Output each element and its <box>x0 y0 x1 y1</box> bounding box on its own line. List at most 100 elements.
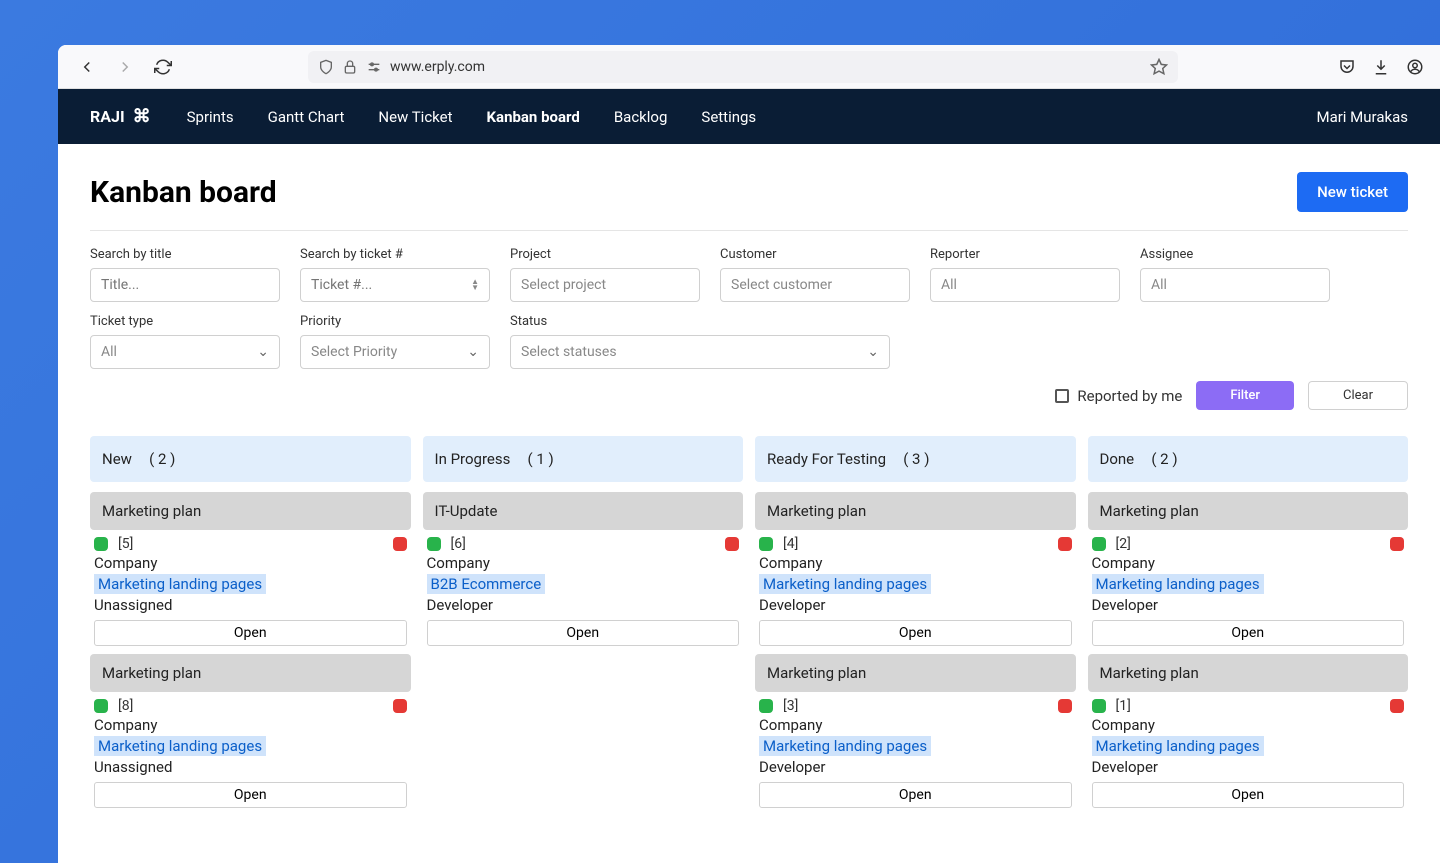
card-link[interactable]: Marketing landing pages <box>759 574 931 594</box>
filter-status: Status Select statuses ⌄ <box>510 314 890 369</box>
status-dot-red <box>725 537 739 551</box>
card-link[interactable]: Marketing landing pages <box>759 736 931 756</box>
open-button[interactable]: Open <box>759 620 1072 646</box>
chevron-down-icon: ⌄ <box>867 344 879 360</box>
card-body: [8]CompanyMarketing landing pagesUnassig… <box>90 698 411 808</box>
search-title-field[interactable] <box>101 277 269 293</box>
customer-placeholder: Select customer <box>731 277 832 293</box>
kanban-column: In Progress ( 1 )IT-Update[6]CompanyB2B … <box>423 436 744 816</box>
status-dot-red <box>1390 537 1404 551</box>
filter-label: Project <box>510 247 700 262</box>
kanban-column: Ready For Testing ( 3 ) Marketing plan[4]… <box>755 436 1076 816</box>
column-header: Ready For Testing ( 3 ) <box>755 436 1076 482</box>
status-dot-red <box>1058 537 1072 551</box>
filter-customer: Customer Select customer <box>720 247 910 302</box>
status-dot-red <box>1058 699 1072 713</box>
filter-label: Priority <box>300 314 490 329</box>
nav-item-backlog[interactable]: Backlog <box>614 108 668 126</box>
search-title-input[interactable] <box>90 268 280 302</box>
kanban-card[interactable]: Marketing plan[1]CompanyMarketing landin… <box>1088 654 1409 808</box>
open-button[interactable]: Open <box>1092 782 1405 808</box>
card-assignee: Developer <box>1092 596 1405 614</box>
card-assignee: Developer <box>759 758 1072 776</box>
kanban-card[interactable]: Marketing plan [2] Company Marketing landin… <box>1088 492 1409 646</box>
card-link[interactable]: Marketing landing pages <box>94 574 266 594</box>
card-link[interactable]: Marketing landing pages <box>94 736 266 756</box>
new-ticket-button[interactable]: New ticket <box>1297 172 1408 212</box>
card-header-row: [5] <box>94 536 407 552</box>
open-button[interactable]: Open <box>94 782 407 808</box>
search-ticket-input[interactable]: ▲▼ <box>300 268 490 302</box>
card-assignee: Unassigned <box>94 758 407 776</box>
column-header: Done ( 2 ) <box>1088 436 1409 482</box>
forward-button[interactable] <box>112 54 138 80</box>
nav-item-gantt-chart[interactable]: Gantt Chart <box>268 108 345 126</box>
ticket-type-select[interactable]: All ⌄ <box>90 335 280 369</box>
card-link[interactable]: Marketing landing pages <box>1092 574 1264 594</box>
card-title: Marketing plan <box>1088 654 1409 692</box>
open-button[interactable]: Open <box>427 620 740 646</box>
kanban-card[interactable]: IT-Update[6]CompanyB2B EcommerceDevelope… <box>423 492 744 646</box>
card-header-row: [8] <box>94 698 407 714</box>
brand-logo[interactable]: RAJI ⌘ <box>90 106 151 127</box>
open-button[interactable]: Open <box>759 782 1072 808</box>
filter-button[interactable]: Filter <box>1196 381 1294 410</box>
card-id: [2] <box>1116 536 1131 552</box>
reload-button[interactable] <box>150 54 176 80</box>
card-body: [3]CompanyMarketing landing pagesDevelop… <box>755 698 1076 808</box>
nav-item-kanban-board[interactable]: Kanban board <box>487 108 580 126</box>
card-company: Company <box>1092 554 1405 572</box>
clear-button[interactable]: Clear <box>1308 381 1408 410</box>
number-stepper-icon[interactable]: ▲▼ <box>471 279 479 291</box>
open-button[interactable]: Open <box>94 620 407 646</box>
column-name: Ready For Testing <box>767 450 886 468</box>
card-title: Marketing plan <box>90 654 411 692</box>
shield-icon <box>318 59 334 75</box>
bookmark-star-icon[interactable] <box>1150 58 1168 76</box>
filter-label: Assignee <box>1140 247 1330 262</box>
filter-search-title: Search by title <box>90 247 280 302</box>
filter-priority: Priority Select Priority ⌄ <box>300 314 490 369</box>
status-dot-green <box>94 699 108 713</box>
card-title: Marketing plan <box>1088 492 1409 530</box>
priority-select[interactable]: Select Priority ⌄ <box>300 335 490 369</box>
pocket-icon[interactable] <box>1338 58 1356 76</box>
reporter-placeholder: All <box>941 277 957 293</box>
project-select[interactable]: Select project <box>510 268 700 302</box>
account-icon[interactable] <box>1406 58 1424 76</box>
project-placeholder: Select project <box>521 277 606 293</box>
back-button[interactable] <box>74 54 100 80</box>
status-value: Select statuses <box>521 344 617 360</box>
address-bar[interactable]: www.erply.com <box>308 51 1178 83</box>
filter-label: Search by title <box>90 247 280 262</box>
download-icon[interactable] <box>1372 58 1390 76</box>
chevron-down-icon: ⌄ <box>257 344 269 360</box>
kanban-card[interactable]: Marketing plan [8]CompanyMarketing landin… <box>90 654 411 808</box>
nav-item-sprints[interactable]: Sprints <box>187 108 234 126</box>
browser-bar: www.erply.com <box>58 45 1440 89</box>
nav: Sprints Gantt Chart New Ticket Kanban board… <box>187 108 757 126</box>
open-button[interactable]: Open <box>1092 620 1405 646</box>
card-link[interactable]: B2B Ecommerce <box>427 574 546 594</box>
chevron-down-icon: ⌄ <box>467 344 479 360</box>
kanban-board: New ( 2 )Marketing plan[5]CompanyMarketi… <box>90 436 1408 816</box>
filter-label: Search by ticket # <box>300 247 490 262</box>
reported-by-me-checkbox[interactable]: Reported by me <box>1055 387 1182 405</box>
browser-right-icons <box>1338 58 1424 76</box>
assignee-select[interactable]: All <box>1140 268 1330 302</box>
nav-item-new-ticket[interactable]: New Ticket <box>378 108 452 126</box>
user-name[interactable]: Mari Murakas <box>1316 108 1408 126</box>
status-select[interactable]: Select statuses ⌄ <box>510 335 890 369</box>
kanban-card[interactable]: Marketing plan[3]CompanyMarketing landin… <box>755 654 1076 808</box>
customer-select[interactable]: Select customer <box>720 268 910 302</box>
filter-project: Project Select project <box>510 247 700 302</box>
kanban-card[interactable]: Marketing plan[4]CompanyMarketing landin… <box>755 492 1076 646</box>
nav-item-settings[interactable]: Settings <box>701 108 756 126</box>
kanban-card[interactable]: Marketing plan[5]CompanyMarketing landin… <box>90 492 411 646</box>
checkbox-icon <box>1055 389 1069 403</box>
search-ticket-field[interactable] <box>311 277 471 293</box>
reporter-select[interactable]: All <box>930 268 1120 302</box>
card-link[interactable]: Marketing landing pages <box>1092 736 1264 756</box>
page-header: Kanban board New ticket <box>90 172 1408 231</box>
column-header: New ( 2 ) <box>90 436 411 482</box>
